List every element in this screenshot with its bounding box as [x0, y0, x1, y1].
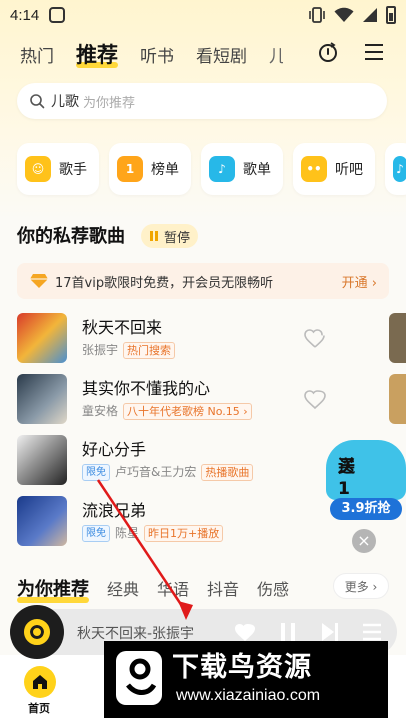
singer-icon: ☺ [25, 156, 51, 182]
diamond-icon [30, 274, 48, 288]
album-cover [17, 374, 67, 424]
watermark-overlay: 下载鸟资源 www.xiazainiao.com [104, 641, 388, 718]
tab-hot[interactable]: 热门 [20, 42, 54, 67]
album-cover [17, 496, 67, 546]
tab-audiobook[interactable]: 听书 [140, 42, 174, 67]
heart-icon[interactable] [303, 387, 327, 411]
watermark-url: www.xiazainiao.com [176, 687, 321, 704]
search-bar[interactable]: 儿歌 为你推荐 [17, 83, 387, 119]
header-actions [316, 40, 386, 64]
recommend-tabs: 为你推荐 经典 华语 抖音 伤感 [17, 574, 289, 603]
side-card-peek [389, 313, 406, 363]
heart-icon[interactable] [303, 326, 327, 350]
tab-sad[interactable]: 伤感 [257, 576, 289, 600]
song-artist: 卢巧音&王力宏 [115, 465, 197, 479]
status-bar: 4:14 [0, 0, 406, 30]
pause-button[interactable]: 暂停 [141, 224, 199, 248]
house-icon [33, 675, 47, 689]
home-icon[interactable] [24, 666, 56, 698]
song-title: 秋天不回来 [82, 318, 163, 337]
tab-for-you[interactable]: 为你推荐 [17, 575, 89, 603]
quick-entry-label: 听吧 [335, 162, 363, 178]
chat-icon: •• [301, 156, 327, 182]
search-keyword: 儿歌 [51, 94, 79, 110]
song-tag: 昨日1万+播放 [144, 524, 224, 542]
vip-banner[interactable]: 17首vip歌限时免费，开会员无限畅听 开通 › [17, 263, 389, 299]
pause-icon [150, 231, 158, 241]
album-cover [17, 435, 67, 485]
quick-entry-more[interactable]: ♪ [385, 143, 406, 195]
quick-entry-label: 歌手 [59, 162, 87, 178]
close-icon[interactable]: × [352, 529, 376, 553]
vip-promo-float[interactable]: 买1年 送1年 3.9折抢 [326, 440, 406, 524]
free-badge: 限免 [82, 463, 110, 481]
private-songs-title: 你的私荐歌曲 [17, 226, 125, 247]
quick-entry-label: 榜单 [151, 162, 179, 178]
quick-entries: ☺ 歌手 1 榜单 ♪ 歌单 •• 听吧 ♪ [17, 143, 406, 195]
tab-douyin[interactable]: 抖音 [207, 576, 239, 600]
promo-bubble: 买1年 送1年 [326, 440, 406, 521]
song-tag: 热播歌曲 [201, 463, 254, 481]
tab-classic[interactable]: 经典 [107, 576, 139, 600]
nav-home-label: 首页 [28, 702, 50, 715]
song-tag: 热门搜索 [123, 341, 176, 359]
promo-discount: 3.9折抢 [330, 498, 402, 520]
quick-entry-playlist[interactable]: ♪ 歌单 [201, 143, 283, 195]
song-row[interactable]: 秋天不回来 张振宇 热门搜索 [17, 312, 389, 364]
playlist-icon: ♪ [209, 156, 235, 182]
signal-icon [363, 8, 377, 22]
album-cover [17, 313, 67, 363]
battery-icon [386, 6, 396, 24]
song-artist: 童安格 [82, 404, 119, 418]
wifi-icon [334, 7, 354, 22]
song-title: 其实你不懂我的心 [82, 379, 211, 398]
notification-app-icon [49, 7, 66, 23]
chart-rank-icon: 1 [117, 156, 143, 182]
tab-recommend[interactable]: 推荐 [76, 39, 118, 69]
song-title: 好心分手 [82, 440, 147, 459]
menu-icon[interactable] [362, 40, 386, 64]
song-tag: 八十年代老歌榜 No.15 › [123, 402, 252, 420]
quick-entry-label: 歌单 [243, 162, 271, 178]
tab-chinese[interactable]: 华语 [157, 576, 189, 600]
vibrate-icon [309, 7, 325, 23]
pause-label: 暂停 [164, 230, 191, 246]
song-artist: 陈星 [115, 526, 140, 540]
song-artist: 张振宇 [82, 343, 119, 357]
album-disc[interactable] [10, 605, 64, 659]
status-time: 4:14 [10, 6, 40, 24]
bird-logo-icon [116, 651, 162, 705]
search-placeholder: 为你推荐 [83, 95, 136, 111]
tab-kids[interactable]: 儿 [269, 42, 283, 67]
quick-entry-chart[interactable]: 1 榜单 [109, 143, 191, 195]
free-badge: 限免 [82, 524, 110, 542]
search-icon [30, 94, 45, 109]
vip-open-link[interactable]: 开通 › [342, 272, 377, 291]
quick-entry-listen[interactable]: •• 听吧 [293, 143, 375, 195]
side-card-peek [389, 374, 406, 424]
music-note-icon: ♪ [393, 156, 406, 182]
vip-banner-text: 17首vip歌限时免费，开会员无限畅听 [55, 275, 274, 291]
quick-entry-singer[interactable]: ☺ 歌手 [17, 143, 99, 195]
now-playing-title: 秋天不回来-张振宇 [77, 626, 195, 642]
song-row[interactable]: 其实你不懂我的心 童安格 八十年代老歌榜 No.15 › [17, 373, 389, 425]
song-title: 流浪兄弟 [82, 501, 147, 520]
mic-ai-icon[interactable] [316, 40, 340, 64]
watermark-title: 下载鸟资源 [172, 652, 312, 683]
more-button[interactable]: 更多 › [333, 573, 389, 599]
tab-short-drama[interactable]: 看短剧 [196, 42, 247, 67]
